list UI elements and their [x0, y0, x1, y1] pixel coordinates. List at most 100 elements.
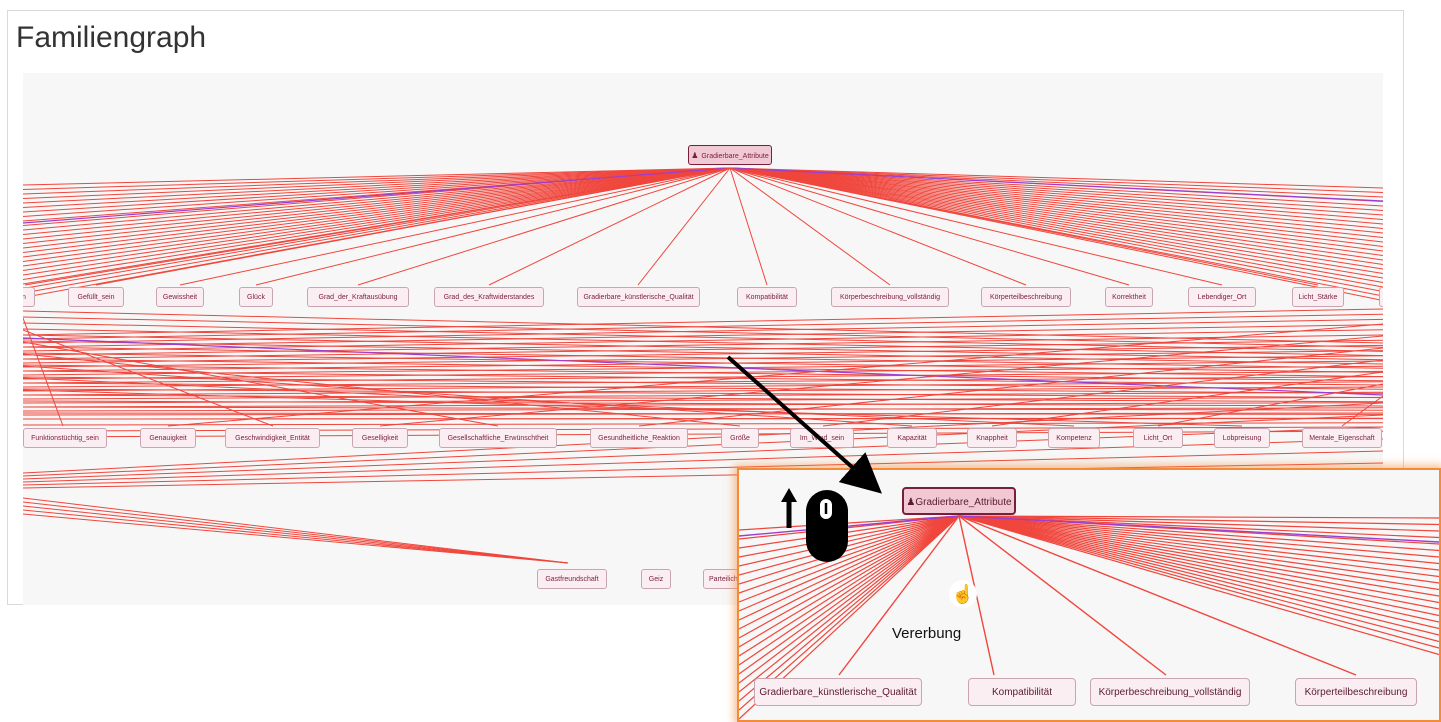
node-row1[interactable]: n	[23, 287, 35, 307]
edge	[730, 168, 1383, 274]
node-row2[interactable]: Genauigkeit	[140, 428, 196, 448]
node-label: Geselligkeit	[362, 435, 398, 442]
node-label: Grad_der_Kraftausübung	[319, 294, 398, 301]
node-label: Geschwindigkeit_Entität	[235, 435, 310, 442]
node-row2[interactable]: Geschwindigkeit_Entität	[225, 428, 320, 448]
edge	[730, 168, 1383, 260]
edge	[23, 325, 1383, 347]
hand-pointer-icon: ☝	[949, 580, 977, 608]
edge	[23, 168, 730, 248]
node-row2[interactable]: Im_Wind_sein	[790, 428, 854, 448]
node-row3[interactable]: Geiz	[641, 569, 671, 589]
node-row1[interactable]: Korrektheit	[1105, 287, 1153, 307]
node-row2[interactable]: Größe	[721, 428, 759, 448]
node-row1[interactable]: Gefüllt_sein	[68, 287, 124, 307]
zoom-root-label: Gradierbare_Attribute	[915, 497, 1011, 508]
node-row1[interactable]: Grad_der_Kraftausübung	[307, 287, 409, 307]
node-label: Körperbeschreibung_vollständig	[1099, 687, 1242, 698]
node-label: Gesundheitliche_Reaktion	[598, 435, 680, 442]
users-icon: ♟	[691, 146, 698, 166]
node-label: Gradierbare_künstlerische_Qualität	[583, 294, 693, 301]
node-row1[interactable]: Lebendiger_Ort	[1188, 287, 1256, 307]
node-row1[interactable]: Körperteilbeschreibung	[981, 287, 1071, 307]
node-label: Knappheit	[976, 435, 1008, 442]
node-label: Licht_Stärke	[1299, 294, 1338, 301]
node-label: Kompetenz	[1056, 435, 1091, 442]
node-label: Gesellschaftliche_Erwünschtheit	[448, 435, 549, 442]
zoom-child-node[interactable]: Körperbeschreibung_vollständig	[1090, 678, 1250, 706]
node-row1[interactable]: Gradierbare_künstlerische_Qualität	[577, 287, 700, 307]
edge	[959, 516, 1439, 583]
node-label: Größe	[730, 435, 750, 442]
node-row2[interactable]: Gesellschaftliche_Erwünschtheit	[439, 428, 557, 448]
edge	[23, 314, 1383, 339]
node-row1[interactable]: Gewissheit	[156, 287, 204, 307]
edge	[1342, 396, 1383, 426]
edge	[23, 498, 568, 563]
node-row1[interactable]: Kompatibilität	[737, 287, 797, 307]
edge	[23, 506, 568, 563]
node-row1[interactable]: Glück	[239, 287, 273, 307]
edge	[739, 516, 959, 611]
edge	[739, 516, 959, 665]
edge	[23, 502, 568, 563]
edge	[730, 168, 767, 285]
zoom-callout: ♟Gradierbare_Attribute Gradierbare_künst…	[737, 468, 1441, 722]
node-label: Kompatibilität	[992, 687, 1052, 698]
edge	[959, 516, 1439, 577]
node-label: Lobpreisung	[1223, 435, 1262, 442]
node-label: Körperbeschreibung_vollständig	[840, 294, 940, 301]
node-label: Körperteilbeschreibung	[990, 294, 1062, 301]
edge	[638, 168, 730, 285]
node-label: Körperteilbeschreibung	[1305, 687, 1408, 698]
node-label: Gewissheit	[163, 294, 197, 301]
edge	[730, 168, 1383, 269]
edge	[739, 516, 959, 638]
edge	[739, 516, 959, 674]
edge	[23, 168, 730, 280]
root-node[interactable]: ♟Gradierbare_Attribute	[688, 145, 772, 165]
node-row2[interactable]: Mentale_Eigenschaft	[1302, 428, 1382, 448]
edge	[959, 516, 1439, 622]
edge	[23, 510, 568, 563]
node-row2[interactable]: Lobpreisung	[1214, 428, 1270, 448]
zoom-child-node[interactable]: Gradierbare_künstlerische_Qualität	[754, 678, 922, 706]
edge	[730, 168, 1383, 229]
edge	[959, 516, 1439, 648]
edge	[959, 516, 1439, 616]
edge	[23, 168, 730, 217]
root-node-label: Gradierbare_Attribute	[701, 153, 768, 160]
node-label: Kompatibilität	[746, 294, 788, 301]
zoom-root-node[interactable]: ♟Gradierbare_Attribute	[902, 487, 1016, 515]
node-row1[interactable]: Körperbeschreibung_vollständig	[831, 287, 949, 307]
node-label: Gefüllt_sein	[78, 294, 115, 301]
node-row2[interactable]: Licht_Ort	[1133, 428, 1183, 448]
edge-label: Vererbung	[892, 625, 961, 642]
node-label: Genauigkeit	[149, 435, 186, 442]
node-row3[interactable]: Gastfreundschaft	[537, 569, 607, 589]
edge	[23, 168, 730, 275]
node-row2[interactable]: Kompetenz	[1048, 428, 1100, 448]
node-row1[interactable]: Licht_Stärke	[1292, 287, 1344, 307]
edge	[730, 168, 1383, 242]
node-label: Glück	[247, 294, 265, 301]
zoom-child-node[interactable]: Kompatibilität	[968, 678, 1076, 706]
node-label: Grad_des_Kraftwiderstandes	[444, 294, 535, 301]
panel-title: Familiengraph	[16, 21, 206, 55]
zoom-child-node[interactable]: Körperteilbeschreibung	[1295, 678, 1417, 706]
node-row1-cut[interactable]	[1379, 287, 1383, 307]
edge	[23, 168, 730, 230]
edge	[23, 514, 568, 563]
node-label: Lebendiger_Ort	[1198, 294, 1247, 301]
node-row2[interactable]: Knappheit	[967, 428, 1017, 448]
node-row1[interactable]: Grad_des_Kraftwiderstandes	[434, 287, 544, 307]
node-row2[interactable]: Gesundheitliche_Reaktion	[590, 428, 688, 448]
node-row2[interactable]: Geselligkeit	[352, 428, 408, 448]
node-label: Funktionstüchtig_sein	[31, 435, 99, 442]
node-label: Gradierbare_künstlerische_Qualität	[759, 687, 916, 698]
node-label: Gastfreundschaft	[545, 576, 598, 583]
node-row2[interactable]: Funktionstüchtig_sein	[23, 428, 107, 448]
node-row2[interactable]: Kapazität	[887, 428, 937, 448]
node-label: Mentale_Eigenschaft	[1309, 435, 1374, 442]
node-label: Geiz	[649, 576, 663, 583]
